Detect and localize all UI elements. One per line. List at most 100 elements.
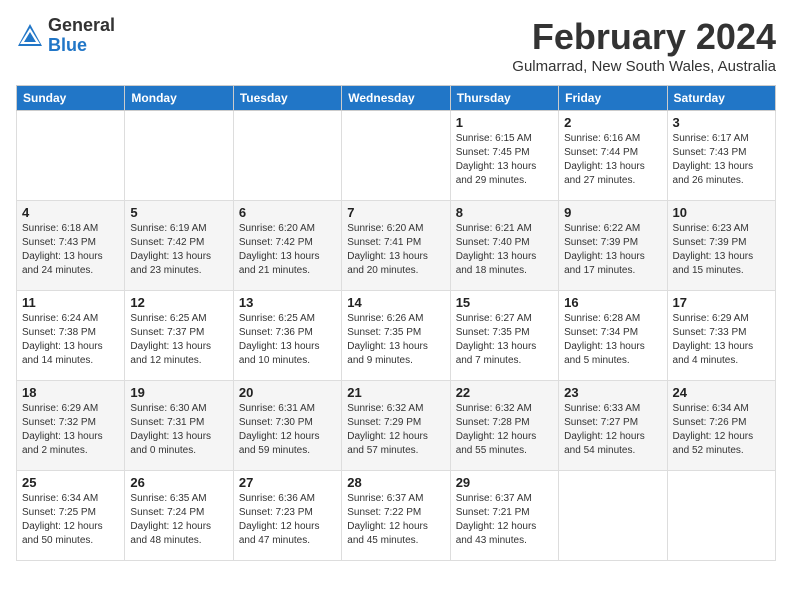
day-of-week-header: Monday <box>125 86 233 111</box>
calendar-cell: 18 Sunrise: 6:29 AM Sunset: 7:32 PM Dayli… <box>17 381 125 471</box>
logo-general-text: General <box>48 15 115 35</box>
day-number: 21 <box>347 385 444 400</box>
calendar-cell: 20 Sunrise: 6:31 AM Sunset: 7:30 PM Dayli… <box>233 381 341 471</box>
day-info: Sunrise: 6:19 AM Sunset: 7:42 PM Dayligh… <box>130 222 227 278</box>
calendar-week-row: 1Sunrise: 6:15 AM Sunset: 7:45 PM Daylig… <box>17 111 776 201</box>
day-info: Sunrise: 6:32 AM Sunset: 7:28 PM Dayligh… <box>456 402 553 458</box>
day-info: Sunrise: 6:23 AM Sunset: 7:39 PM Dayligh… <box>673 222 770 278</box>
day-number: 12 <box>130 295 227 310</box>
calendar-cell: 25 Sunrise: 6:34 AM Sunset: 7:25 PM Dayli… <box>17 471 125 561</box>
day-info: Sunrise: 6:36 AM Sunset: 7:23 PM Dayligh… <box>239 492 336 548</box>
calendar-cell: 9 Sunrise: 6:22 AM Sunset: 7:39 PM Daylig… <box>559 201 667 291</box>
day-number: 17 <box>673 295 770 310</box>
day-number: 19 <box>130 385 227 400</box>
day-number: 3 <box>673 115 770 130</box>
logo-blue-text: Blue <box>48 35 87 55</box>
day-info: Sunrise: 6:22 AM Sunset: 7:39 PM Dayligh… <box>564 222 661 278</box>
day-number: 14 <box>347 295 444 310</box>
day-info: Sunrise: 6:27 AM Sunset: 7:35 PM Dayligh… <box>456 312 553 368</box>
day-info: Sunrise: 6:35 AM Sunset: 7:24 PM Dayligh… <box>130 492 227 548</box>
logo-icon <box>16 22 44 50</box>
day-number: 7 <box>347 205 444 220</box>
calendar-cell: 13 Sunrise: 6:25 AM Sunset: 7:36 PM Dayli… <box>233 291 341 381</box>
day-of-week-header: Saturday <box>667 86 775 111</box>
calendar-cell: 27Sunrise: 6:36 AM Sunset: 7:23 PM Dayli… <box>233 471 341 561</box>
calendar-cell: 12 Sunrise: 6:25 AM Sunset: 7:37 PM Dayli… <box>125 291 233 381</box>
day-number: 16 <box>564 295 661 310</box>
day-info: Sunrise: 6:20 AM Sunset: 7:41 PM Dayligh… <box>347 222 444 278</box>
day-number: 26 <box>130 475 227 490</box>
calendar-cell: 26 Sunrise: 6:35 AM Sunset: 7:24 PM Dayli… <box>125 471 233 561</box>
day-info: Sunrise: 6:29 AM Sunset: 7:32 PM Dayligh… <box>22 402 119 458</box>
location-title: Gulmarrad, New South Wales, Australia <box>512 58 776 75</box>
calendar-week-row: 4Sunrise: 6:18 AM Sunset: 7:43 PM Daylig… <box>17 201 776 291</box>
day-of-week-header: Sunday <box>17 86 125 111</box>
day-number: 29 <box>456 475 553 490</box>
calendar-cell: 16Sunrise: 6:28 AM Sunset: 7:34 PM Dayli… <box>559 291 667 381</box>
day-number: 2 <box>564 115 661 130</box>
calendar-cell: 21 Sunrise: 6:32 AM Sunset: 7:29 PM Dayli… <box>342 381 450 471</box>
calendar-cell: 15 Sunrise: 6:27 AM Sunset: 7:35 PM Dayli… <box>450 291 558 381</box>
calendar-week-row: 11Sunrise: 6:24 AM Sunset: 7:38 PM Dayli… <box>17 291 776 381</box>
day-info: Sunrise: 6:25 AM Sunset: 7:37 PM Dayligh… <box>130 312 227 368</box>
day-info: Sunrise: 6:31 AM Sunset: 7:30 PM Dayligh… <box>239 402 336 458</box>
day-of-week-header: Friday <box>559 86 667 111</box>
calendar-cell: 8 Sunrise: 6:21 AM Sunset: 7:40 PM Daylig… <box>450 201 558 291</box>
day-of-week-header: Thursday <box>450 86 558 111</box>
day-info: Sunrise: 6:29 AM Sunset: 7:33 PM Dayligh… <box>673 312 770 368</box>
calendar-cell: 4Sunrise: 6:18 AM Sunset: 7:43 PM Daylig… <box>17 201 125 291</box>
day-info: Sunrise: 6:15 AM Sunset: 7:45 PM Dayligh… <box>456 132 553 188</box>
calendar-cell <box>559 471 667 561</box>
calendar-cell: 7 Sunrise: 6:20 AM Sunset: 7:41 PM Daylig… <box>342 201 450 291</box>
day-number: 20 <box>239 385 336 400</box>
day-info: Sunrise: 6:17 AM Sunset: 7:43 PM Dayligh… <box>673 132 770 188</box>
calendar-cell: 5Sunrise: 6:19 AM Sunset: 7:42 PM Daylig… <box>125 201 233 291</box>
page-header: General Blue February 2024 Gulmarrad, Ne… <box>16 16 776 75</box>
calendar-cell: 17 Sunrise: 6:29 AM Sunset: 7:33 PM Dayli… <box>667 291 775 381</box>
calendar-cell: 22 Sunrise: 6:32 AM Sunset: 7:28 PM Dayli… <box>450 381 558 471</box>
calendar-header-row: SundayMondayTuesdayWednesdayThursdayFrid… <box>17 86 776 111</box>
calendar-cell <box>667 471 775 561</box>
calendar-cell <box>125 111 233 201</box>
calendar-cell: 29 Sunrise: 6:37 AM Sunset: 7:21 PM Dayli… <box>450 471 558 561</box>
day-of-week-header: Tuesday <box>233 86 341 111</box>
month-title: February 2024 <box>512 16 776 58</box>
logo: General Blue <box>16 16 115 56</box>
day-info: Sunrise: 6:33 AM Sunset: 7:27 PM Dayligh… <box>564 402 661 458</box>
day-number: 10 <box>673 205 770 220</box>
day-info: Sunrise: 6:34 AM Sunset: 7:26 PM Dayligh… <box>673 402 770 458</box>
title-block: February 2024 Gulmarrad, New South Wales… <box>512 16 776 75</box>
day-number: 13 <box>239 295 336 310</box>
calendar-cell: 10 Sunrise: 6:23 AM Sunset: 7:39 PM Dayli… <box>667 201 775 291</box>
calendar-cell: 28Sunrise: 6:37 AM Sunset: 7:22 PM Dayli… <box>342 471 450 561</box>
calendar-cell <box>342 111 450 201</box>
day-info: Sunrise: 6:20 AM Sunset: 7:42 PM Dayligh… <box>239 222 336 278</box>
day-info: Sunrise: 6:18 AM Sunset: 7:43 PM Dayligh… <box>22 222 119 278</box>
day-number: 9 <box>564 205 661 220</box>
day-of-week-header: Wednesday <box>342 86 450 111</box>
day-info: Sunrise: 6:26 AM Sunset: 7:35 PM Dayligh… <box>347 312 444 368</box>
day-number: 24 <box>673 385 770 400</box>
day-number: 25 <box>22 475 119 490</box>
day-info: Sunrise: 6:34 AM Sunset: 7:25 PM Dayligh… <box>22 492 119 548</box>
day-number: 8 <box>456 205 553 220</box>
day-info: Sunrise: 6:21 AM Sunset: 7:40 PM Dayligh… <box>456 222 553 278</box>
calendar-cell: 3 Sunrise: 6:17 AM Sunset: 7:43 PM Daylig… <box>667 111 775 201</box>
calendar-cell: 23 Sunrise: 6:33 AM Sunset: 7:27 PM Dayli… <box>559 381 667 471</box>
day-number: 15 <box>456 295 553 310</box>
calendar-cell: 11Sunrise: 6:24 AM Sunset: 7:38 PM Dayli… <box>17 291 125 381</box>
day-info: Sunrise: 6:32 AM Sunset: 7:29 PM Dayligh… <box>347 402 444 458</box>
day-info: Sunrise: 6:37 AM Sunset: 7:22 PM Dayligh… <box>347 492 444 548</box>
calendar-cell: 14 Sunrise: 6:26 AM Sunset: 7:35 PM Dayli… <box>342 291 450 381</box>
calendar-table: SundayMondayTuesdayWednesdayThursdayFrid… <box>16 85 776 561</box>
calendar-week-row: 25 Sunrise: 6:34 AM Sunset: 7:25 PM Dayli… <box>17 471 776 561</box>
day-number: 22 <box>456 385 553 400</box>
day-number: 18 <box>22 385 119 400</box>
day-info: Sunrise: 6:37 AM Sunset: 7:21 PM Dayligh… <box>456 492 553 548</box>
day-info: Sunrise: 6:24 AM Sunset: 7:38 PM Dayligh… <box>22 312 119 368</box>
calendar-week-row: 18 Sunrise: 6:29 AM Sunset: 7:32 PM Dayli… <box>17 381 776 471</box>
calendar-cell: 24 Sunrise: 6:34 AM Sunset: 7:26 PM Dayli… <box>667 381 775 471</box>
day-number: 23 <box>564 385 661 400</box>
calendar-cell: 6Sunrise: 6:20 AM Sunset: 7:42 PM Daylig… <box>233 201 341 291</box>
day-info: Sunrise: 6:25 AM Sunset: 7:36 PM Dayligh… <box>239 312 336 368</box>
